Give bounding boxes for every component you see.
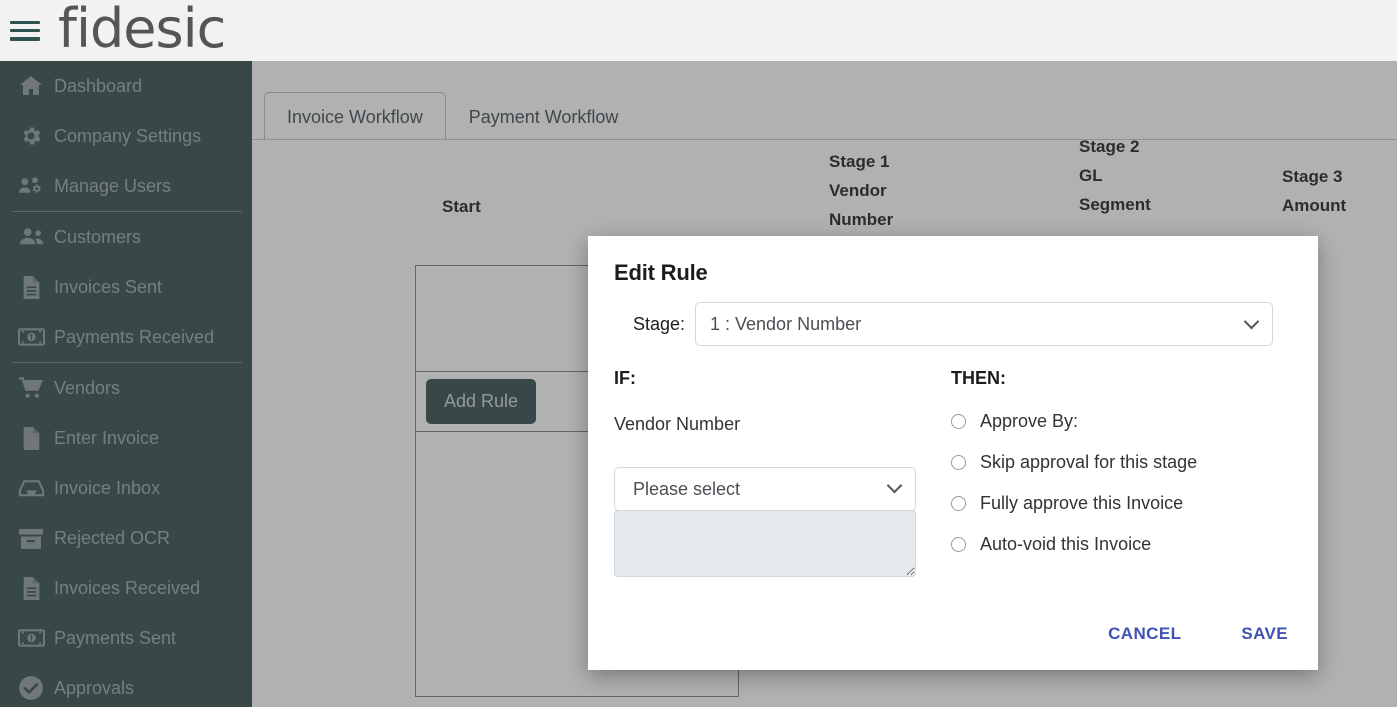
dialog-footer: CANCEL SAVE <box>588 620 1318 670</box>
radio-icon[interactable] <box>951 537 966 552</box>
radio-icon[interactable] <box>951 414 966 429</box>
stage-select[interactable]: 1 : Vendor Number2 : GL Segment3 : Amoun… <box>695 302 1273 346</box>
then-option-3[interactable]: Fully approve this Invoice <box>951 493 1318 514</box>
save-button[interactable]: SAVE <box>1237 620 1292 648</box>
app-root: fidesic DashboardCompany SettingsManage … <box>0 0 1397 707</box>
brand-logo: fidesic <box>58 0 225 59</box>
stage-select-wrapper: 1 : Vendor Number2 : GL Segment3 : Amoun… <box>695 302 1273 346</box>
then-option-2[interactable]: Skip approval for this stage <box>951 452 1318 473</box>
edit-rule-dialog: Edit Rule Stage: 1 : Vendor Number2 : GL… <box>588 236 1318 670</box>
stage-selector-row: Stage: 1 : Vendor Number2 : GL Segment3 … <box>588 286 1318 346</box>
then-column: THEN: Approve By: Skip approval for this … <box>941 368 1318 577</box>
then-heading: THEN: <box>951 368 1318 389</box>
if-condition-select-wrapper: Please select <box>614 467 916 511</box>
if-value-textarea[interactable] <box>614 510 916 577</box>
if-condition-select[interactable]: Please select <box>614 467 916 511</box>
dialog-columns: IF: Vendor Number Please select THEN: Ap… <box>588 346 1318 577</box>
if-field-label: Vendor Number <box>614 414 941 435</box>
then-options-group: Approve By: Skip approval for this stage F… <box>951 411 1318 555</box>
if-column: IF: Vendor Number Please select <box>588 368 941 577</box>
dialog-title: Edit Rule <box>588 236 1318 286</box>
if-heading: IF: <box>614 368 941 389</box>
then-option-label: Approve By: <box>980 411 1078 432</box>
radio-icon[interactable] <box>951 455 966 470</box>
then-option-4[interactable]: Auto-void this Invoice <box>951 534 1318 555</box>
stage-label: Stage: <box>588 314 695 335</box>
then-option-1[interactable]: Approve By: <box>951 411 1318 432</box>
then-option-label: Auto-void this Invoice <box>980 534 1151 555</box>
then-option-label: Fully approve this Invoice <box>980 493 1183 514</box>
top-header: fidesic <box>0 0 1397 61</box>
hamburger-icon[interactable] <box>10 19 40 43</box>
then-option-label: Skip approval for this stage <box>980 452 1197 473</box>
radio-icon[interactable] <box>951 496 966 511</box>
cancel-button[interactable]: CANCEL <box>1104 620 1185 648</box>
